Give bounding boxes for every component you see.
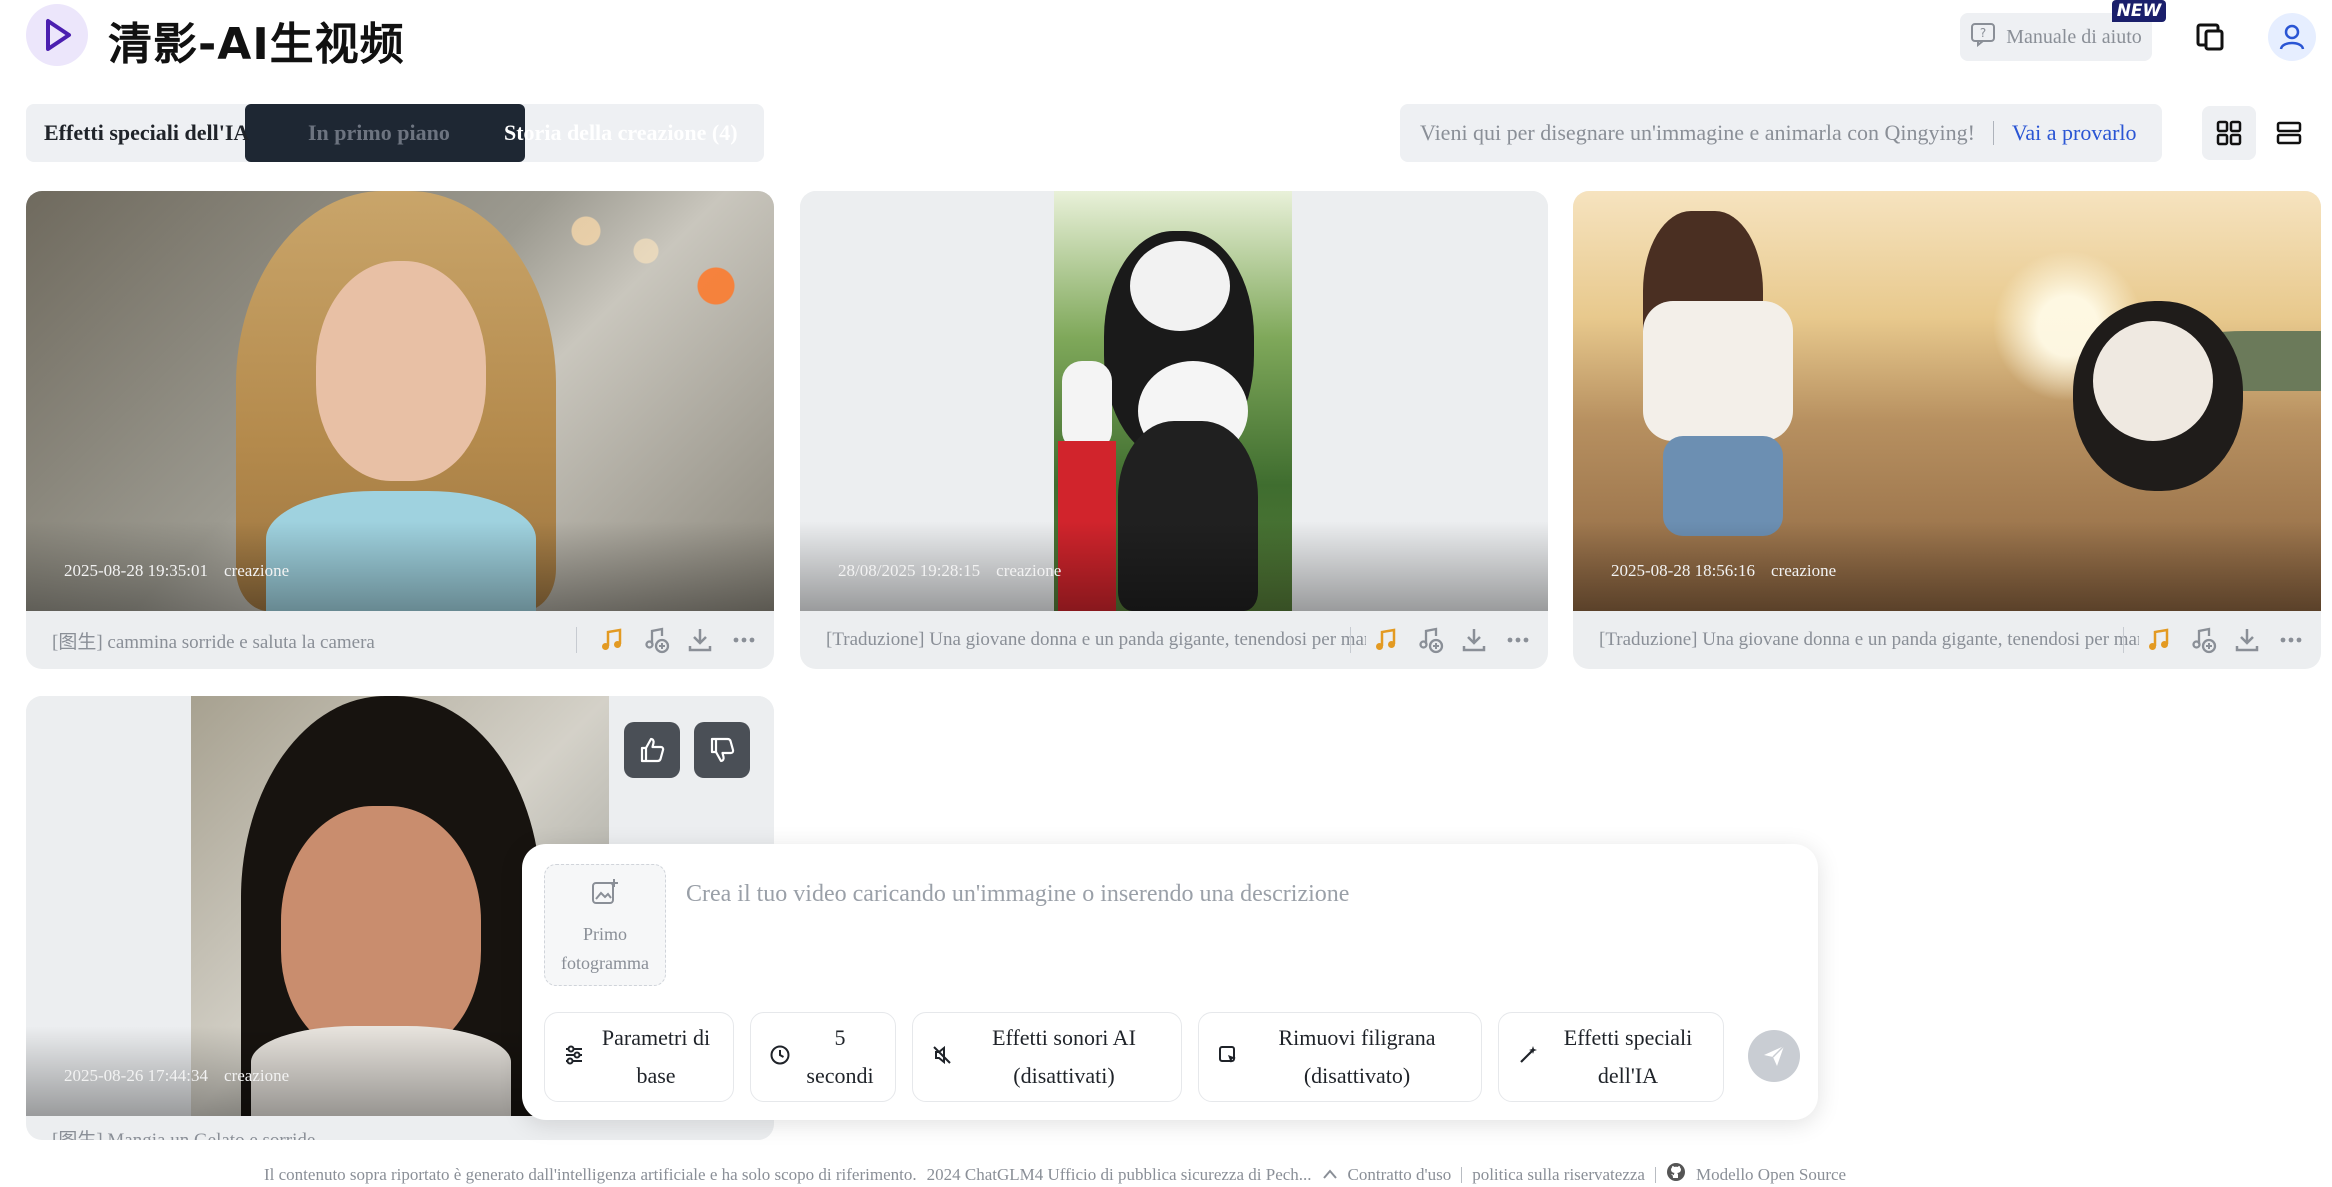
- tab-creation-history[interactable]: Storia della creazione (4): [504, 104, 766, 162]
- github-icon[interactable]: [1666, 1162, 1686, 1187]
- image-add-icon: [590, 877, 620, 912]
- download-icon[interactable]: [1457, 623, 1491, 657]
- svg-text:?: ?: [1980, 26, 1986, 40]
- promo-banner: Vieni qui per disegnare un'immagine e an…: [1400, 104, 2162, 162]
- more-icon[interactable]: [2274, 623, 2308, 657]
- video-thumbnail[interactable]: 28/08/2025 19:28:15 creazione: [800, 191, 1548, 611]
- music-icon[interactable]: [1369, 623, 1403, 657]
- thumbs-up-icon: [640, 737, 665, 763]
- video-date: 28/08/2025 19:28:15: [838, 561, 981, 580]
- thumbs-down-icon: [710, 737, 735, 763]
- clock-icon: [769, 1044, 791, 1071]
- video-thumbnail[interactable]: 2025-08-28 18:56:16 creazione: [1573, 191, 2321, 611]
- footer-open-source-link[interactable]: Modello Open Source: [1696, 1165, 1846, 1185]
- card-toolbar: [576, 611, 761, 669]
- add-music-icon[interactable]: [2186, 623, 2220, 657]
- download-icon[interactable]: [683, 623, 717, 657]
- video-card[interactable]: 28/08/2025 19:28:15 creazione [Traduzion…: [800, 191, 1548, 669]
- video-caption: [图生] cammina sorride e saluta la camera: [52, 631, 375, 653]
- help-icon: ?: [1970, 21, 1996, 53]
- video-tag: creazione: [1771, 561, 1837, 580]
- footer-terms-link[interactable]: Contratto d'uso: [1348, 1165, 1452, 1185]
- video-meta: 28/08/2025 19:28:15 creazione: [838, 561, 1061, 581]
- duration-button[interactable]: 5 secondi: [750, 1012, 896, 1102]
- prompt-input[interactable]: [684, 880, 1788, 909]
- tab-ai-effects[interactable]: Effetti speciali dell'IA: [44, 104, 284, 162]
- footer-privacy-link[interactable]: politica sulla riservatezza: [1472, 1165, 1645, 1185]
- help-manual-label: Manuale di aiuto: [2006, 25, 2142, 48]
- promo-try-link[interactable]: Vai a provarlo: [2012, 120, 2137, 146]
- video-caption: [Traduzione] Una giovane donna e un pand…: [826, 629, 1366, 650]
- footer: Il contenuto sopra riportato è generato …: [264, 1162, 1846, 1187]
- grid-view-icon[interactable]: [2202, 106, 2256, 160]
- video-date: 2025-08-28 18:56:16: [1611, 561, 1756, 580]
- brand-name: 清影-AI生视频: [108, 19, 405, 70]
- gallery-tabs: Effetti speciali dell'IA In primo piano …: [26, 104, 764, 162]
- music-icon[interactable]: [2142, 623, 2176, 657]
- send-icon: [1764, 1045, 1785, 1066]
- list-view-icon[interactable]: [2262, 106, 2316, 160]
- footer-disclaimer: Il contenuto sopra riportato è generato …: [264, 1164, 917, 1184]
- promo-text: Vieni qui per disegnare un'immagine e an…: [1420, 120, 1975, 145]
- video-tag: creazione: [996, 561, 1062, 580]
- video-tag: creazione: [224, 561, 290, 580]
- duration-label: 5 secondi: [806, 1025, 874, 1088]
- ai-effects-button[interactable]: Effetti speciali dell'IA: [1498, 1012, 1724, 1102]
- ai-sound-button[interactable]: Effetti sonori AI (disattivati): [912, 1012, 1182, 1102]
- ai-sound-label: Effetti sonori AI (disattivati): [992, 1025, 1136, 1088]
- remove-watermark-label: Rimuovi filigrana (disattivato): [1278, 1025, 1436, 1088]
- like-button[interactable]: [624, 722, 680, 778]
- new-badge: NEW: [2112, 0, 2166, 22]
- ai-effects-label: Effetti speciali dell'IA: [1563, 1025, 1693, 1088]
- send-button[interactable]: [1748, 1030, 1800, 1082]
- card-toolbar: [1350, 611, 1535, 669]
- brand-logo-icon[interactable]: [26, 4, 88, 66]
- video-date: 2025-08-28 19:35:01: [64, 561, 209, 580]
- video-tag: creazione: [224, 1066, 290, 1085]
- magic-wand-icon: [1517, 1044, 1539, 1071]
- more-icon[interactable]: [1501, 623, 1535, 657]
- first-frame-upload[interactable]: Primo fotogramma: [544, 864, 666, 986]
- basic-params-label: Parametri di base: [601, 1025, 711, 1088]
- multi-window-icon[interactable]: [2186, 13, 2234, 61]
- video-composer: Primo fotogramma Parametri di base 5 sec…: [522, 844, 1818, 1120]
- download-icon[interactable]: [2230, 623, 2264, 657]
- video-meta: 2025-08-28 18:56:16 creazione: [1611, 561, 1836, 581]
- chevron-up-icon[interactable]: [1322, 1165, 1338, 1185]
- video-date: 2025-08-26 17:44:34: [64, 1066, 209, 1085]
- user-avatar-icon[interactable]: [2268, 13, 2316, 61]
- footer-license[interactable]: 2024 ChatGLM4 Ufficio di pubblica sicure…: [927, 1165, 1312, 1185]
- more-icon[interactable]: [727, 623, 761, 657]
- sound-off-icon: [931, 1044, 953, 1071]
- promo-divider: [1992, 121, 1994, 145]
- watermark-icon: [1217, 1044, 1239, 1071]
- music-icon[interactable]: [595, 623, 629, 657]
- video-card[interactable]: 2025-08-28 18:56:16 creazione [Traduzion…: [1573, 191, 2321, 669]
- tab-featured[interactable]: In primo piano: [308, 104, 450, 162]
- basic-params-button[interactable]: Parametri di base: [544, 1012, 734, 1102]
- video-meta: 2025-08-28 19:35:01 creazione: [64, 561, 289, 581]
- card-toolbar: [2123, 611, 2308, 669]
- add-music-icon[interactable]: [639, 623, 673, 657]
- add-music-icon[interactable]: [1413, 623, 1447, 657]
- video-card[interactable]: 2025-08-28 19:35:01 creazione [图生] cammi…: [26, 191, 774, 669]
- dislike-button[interactable]: [694, 722, 750, 778]
- video-thumbnail[interactable]: 2025-08-28 19:35:01 creazione: [26, 191, 774, 611]
- video-caption: [图生] Mangia un Gelato e sorride: [52, 1129, 316, 1141]
- first-frame-label: Primo fotogramma: [561, 924, 649, 973]
- video-meta: 2025-08-26 17:44:34 creazione: [64, 1066, 289, 1086]
- sliders-icon: [563, 1044, 585, 1071]
- video-caption: [Traduzione] Una giovane donna e un pand…: [1599, 629, 2139, 650]
- remove-watermark-button[interactable]: Rimuovi filigrana (disattivato): [1198, 1012, 1482, 1102]
